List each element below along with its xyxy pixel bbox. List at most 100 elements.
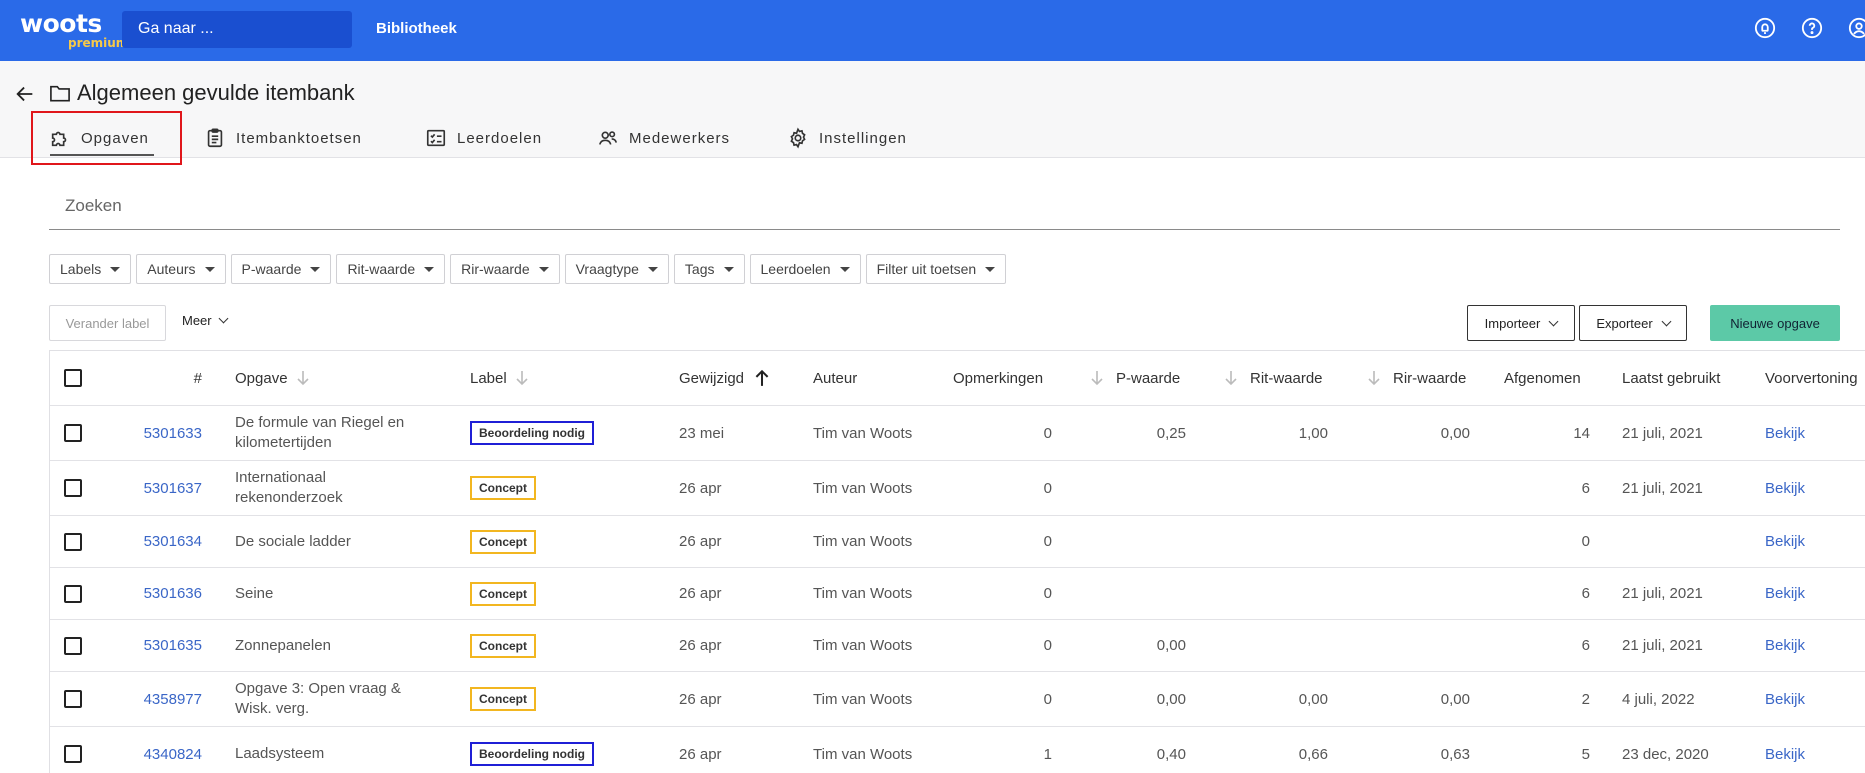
woots-logo[interactable]: woots premium	[20, 9, 128, 53]
table-header-row: # Opgave Label Gewijzigd Auteur Opmerkin…	[50, 351, 1865, 406]
row-checkbox[interactable]	[64, 479, 82, 497]
filter-leerdoelen[interactable]: Leerdoelen	[749, 254, 861, 284]
tab-medewerkers[interactable]: Medewerkers	[597, 121, 730, 155]
row-checkbox[interactable]	[64, 745, 82, 763]
filter-labels[interactable]: Labels	[49, 254, 132, 284]
header-id[interactable]: #	[140, 351, 202, 405]
rir-value: 0,63	[1440, 745, 1470, 763]
modified-date: 26 apr	[679, 479, 722, 497]
tab-label: Itembanktoetsen	[236, 129, 362, 147]
filter-label: Rit-waarde	[347, 261, 416, 277]
row-checkbox[interactable]	[64, 636, 82, 655]
status-badge[interactable]: Concept	[470, 529, 536, 554]
change-label-button[interactable]: Verander label	[49, 305, 166, 341]
filter-tags[interactable]: Tags	[673, 254, 745, 284]
table-row[interactable]: 4340824 Laadsysteem Beoordeling nodig 26…	[50, 727, 1865, 773]
tab-instellingen[interactable]: Instellingen	[787, 121, 907, 155]
item-id-link[interactable]: 5301635	[120, 620, 202, 671]
more-dropdown[interactable]: Meer	[182, 313, 229, 328]
header-rir-waarde[interactable]: Rir-waarde	[1367, 351, 1466, 405]
back-arrow-icon[interactable]	[14, 83, 36, 105]
header-opgave[interactable]: Opgave	[235, 351, 310, 405]
filter-rir-waarde[interactable]: Rir-waarde	[450, 254, 560, 284]
item-id-link[interactable]: 5301637	[120, 461, 202, 515]
filter-uit-toetsen[interactable]: Filter uit toetsen	[865, 254, 1007, 284]
header-auteur[interactable]: Auteur	[813, 351, 857, 405]
header-label-col[interactable]: Label	[470, 351, 529, 405]
preview-link[interactable]: Bekijk	[1765, 568, 1805, 619]
comments-count: 0	[1043, 533, 1052, 550]
last-used: 21 juli, 2021	[1622, 479, 1703, 497]
goto-search-field[interactable]: Ga naar ...	[122, 11, 352, 48]
new-item-button[interactable]: Nieuwe opgave	[1710, 305, 1840, 341]
item-id-link[interactable]: 5301636	[120, 568, 202, 619]
item-id-link[interactable]: 5301634	[120, 516, 202, 567]
preview-link[interactable]: Bekijk	[1765, 516, 1805, 567]
search-input[interactable]	[49, 182, 1840, 230]
row-checkbox[interactable]	[64, 690, 82, 708]
caret-down-icon	[310, 266, 321, 272]
status-badge[interactable]: Beoordeling nodig	[470, 742, 594, 766]
status-badge[interactable]: Concept	[470, 687, 536, 711]
table-row[interactable]: 5301636 Seine Concept 26 apr Tim van Woo…	[50, 568, 1865, 620]
comments-count: 0	[1043, 637, 1052, 654]
filter-p-waarde[interactable]: P-waarde	[230, 254, 332, 284]
row-checkbox[interactable]	[64, 584, 82, 603]
item-id-link[interactable]: 4358977	[120, 672, 202, 726]
status-badge[interactable]: Beoordeling nodig	[470, 421, 594, 445]
row-checkbox[interactable]	[64, 424, 82, 442]
p-value	[1100, 516, 1186, 567]
filter-rit-waarde[interactable]: Rit-waarde	[336, 254, 446, 284]
filter-auteurs[interactable]: Auteurs	[136, 254, 226, 284]
modified-date: 26 apr	[679, 745, 722, 763]
rir-value	[1380, 620, 1470, 671]
last-used: 21 juli, 2021	[1622, 585, 1703, 602]
caret-down-icon	[985, 266, 996, 272]
preview-link[interactable]: Bekijk	[1765, 461, 1805, 515]
comments-count: 0	[1043, 424, 1052, 442]
header-p-waarde[interactable]: P-waarde	[1090, 351, 1180, 405]
status-badge[interactable]: Concept	[470, 633, 536, 658]
user-account-icon[interactable]	[1848, 17, 1865, 39]
filter-label: Leerdoelen	[760, 261, 831, 277]
preview-link[interactable]: Bekijk	[1765, 620, 1805, 671]
help-icon[interactable]	[1801, 17, 1823, 39]
row-checkbox[interactable]	[64, 532, 82, 551]
export-button[interactable]: Exporteer	[1579, 305, 1687, 341]
item-title: De formule van Riegel en kilometertijden	[235, 414, 405, 451]
header-afgenomen[interactable]: Afgenomen	[1504, 351, 1581, 405]
header-laatst-gebruikt[interactable]: Laatst gebruikt	[1622, 351, 1720, 405]
taken-count: 2	[1581, 690, 1590, 708]
item-title: Laadsysteem	[235, 745, 325, 762]
table-row[interactable]: 5301634 De sociale ladder Concept 26 apr…	[50, 516, 1865, 568]
preview-link[interactable]: Bekijk	[1765, 406, 1805, 460]
author: Tim van Woots	[813, 533, 913, 550]
table-row[interactable]: 5301633 De formule van Riegel en kilomet…	[50, 406, 1865, 461]
preview-link[interactable]: Bekijk	[1765, 672, 1805, 726]
header-opmerkingen[interactable]: Opmerkingen	[953, 351, 1043, 405]
author: Tim van Woots	[813, 637, 913, 654]
table-row[interactable]: 4358977 Opgave 3: Open vraag & Wisk. ver…	[50, 672, 1865, 727]
status-badge[interactable]: Concept	[470, 581, 536, 606]
tab-itembanktoetsen[interactable]: Itembanktoetsen	[204, 121, 362, 155]
checklist-icon	[426, 129, 446, 147]
caret-down-icon	[538, 266, 549, 272]
sort-arrow-icon	[1368, 371, 1380, 386]
rit-value	[1240, 516, 1328, 567]
table-row[interactable]: 5301635 Zonnepanelen Concept 26 apr Tim …	[50, 620, 1865, 672]
header-rit-waarde[interactable]: Rit-waarde	[1224, 351, 1323, 405]
modified-date: 26 apr	[679, 690, 722, 708]
export-label: Exporteer	[1596, 315, 1653, 331]
header-gewijzigd[interactable]: Gewijzigd	[679, 351, 770, 405]
item-id-link[interactable]: 4340824	[120, 727, 202, 773]
nav-library-link[interactable]: Bibliotheek	[376, 20, 457, 37]
select-all-checkbox[interactable]	[64, 369, 82, 387]
import-button[interactable]: Importeer	[1467, 305, 1575, 341]
table-row[interactable]: 5301637 Internationaal rekenonderzoek Co…	[50, 461, 1865, 516]
filter-vraagtype[interactable]: Vraagtype	[564, 254, 669, 284]
item-id-link[interactable]: 5301633	[120, 406, 202, 460]
status-badge[interactable]: Concept	[470, 476, 536, 500]
tab-leerdoelen[interactable]: Leerdoelen	[425, 121, 542, 155]
preview-link[interactable]: Bekijk	[1765, 727, 1805, 773]
bell-icon[interactable]	[1754, 17, 1776, 39]
